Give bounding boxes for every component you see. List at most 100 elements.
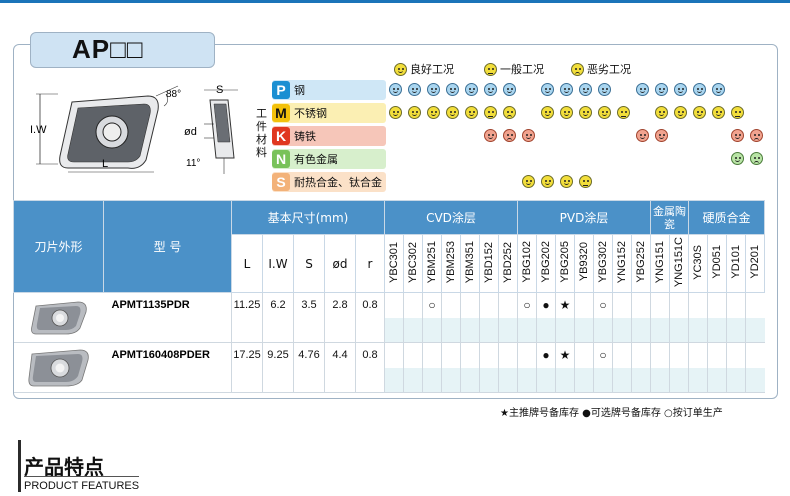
grade-label: YBG102 (521, 241, 533, 283)
grade-mark-cell (555, 317, 575, 344)
grade-label: YBM351 (464, 240, 476, 284)
grade-mark-cell (707, 342, 727, 368)
good-face-icon (465, 83, 478, 96)
grade-mark-cell: ○ (593, 292, 613, 318)
good-face-icon (446, 106, 459, 119)
features-accent-bar (18, 440, 21, 492)
grade-mark-cell (669, 342, 689, 368)
dim-l-header: L (231, 233, 263, 294)
good-face-icon (693, 106, 706, 119)
good-face-icon (636, 83, 649, 96)
dim-iw-header: I.W (262, 233, 294, 294)
good-face-icon (731, 152, 744, 165)
good-face-icon (389, 106, 402, 119)
grade-header: YNG151C (669, 233, 689, 294)
good-face-icon (484, 83, 497, 96)
dim-d-header: ød (324, 233, 356, 294)
cermet-header: 金属陶瓷 (650, 200, 689, 235)
grade-header: YBG202 (536, 233, 556, 294)
grade-mark-cell (745, 292, 765, 318)
grade-mark-cell (517, 317, 537, 344)
grade-mark-cell (403, 367, 423, 394)
good-face-icon (484, 129, 497, 142)
grade-header: YNG152 (612, 233, 632, 294)
good-face-icon (712, 106, 725, 119)
grade-mark-cell (593, 317, 613, 344)
grade-header: YBC301 (384, 233, 404, 294)
grade-mark-cell (612, 317, 632, 344)
availability-mark: ★ (559, 298, 571, 313)
good-face-icon (598, 106, 611, 119)
grade-mark-cell (574, 292, 594, 318)
good-face-icon (579, 106, 592, 119)
table-row: APMT160408PDER 17.25 9.25 4.76 4.4 0.8 ● ★ ○ (13, 342, 765, 394)
table-row: APMT1135PDR 11.25 6.2 3.5 2.8 0.8 ○ ○ ● ★ ○ (13, 292, 765, 344)
footnote: ★主推牌号备库存 ●可选牌号备库存 ○按订单生产 (500, 408, 723, 419)
good-face-icon (636, 129, 649, 142)
grade-label: YBC301 (388, 241, 400, 283)
dim-s-header: S (293, 233, 325, 294)
grade-mark-cell (479, 317, 499, 344)
grade-mark-cell (422, 317, 442, 344)
grade-header: YD201 (745, 233, 765, 294)
material-side-label: 工件材料 (256, 107, 267, 159)
grade-mark-cell (669, 317, 689, 344)
grade-mark-cell (707, 292, 727, 318)
grade-mark-cell (650, 367, 670, 394)
dim-value: 11.25 (231, 292, 263, 344)
grade-mark-cell (422, 367, 442, 394)
grade-mark-cell: ★ (555, 342, 575, 368)
good-face-icon (522, 129, 535, 142)
good-face-icon (446, 83, 459, 96)
good-face-icon (655, 83, 668, 96)
dim-r-header: r (355, 233, 385, 294)
good-face-icon (560, 83, 573, 96)
grade-mark-cell (498, 342, 518, 368)
grade-header: YBD252 (498, 233, 518, 294)
grade-mark-cell (631, 292, 651, 318)
cvd-header: CVD涂层 (384, 200, 518, 235)
grade-label: YBG302 (597, 241, 609, 283)
good-face-icon (465, 106, 478, 119)
dim-value: 4.4 (324, 342, 356, 394)
grade-mark-cell (403, 317, 423, 344)
grade-header: YBG252 (631, 233, 651, 294)
grade-mark-cell (631, 367, 651, 394)
grade-label: YBG205 (559, 241, 571, 283)
dim-value: 0.8 (355, 292, 385, 344)
grade-mark-cell (707, 317, 727, 344)
insert-photo-1 (31, 301, 87, 335)
grade-mark-cell (688, 317, 708, 344)
page-title: AP□□ (72, 34, 144, 64)
availability-mark: ○ (428, 298, 436, 313)
grade-label: YNG151C (673, 237, 685, 288)
good-face-icon (731, 129, 744, 142)
good-face-icon (394, 62, 407, 76)
grade-mark-cell (574, 317, 594, 344)
product-table: 刀片外形 型 号 基本尺寸(mm) CVD涂层 PVD涂层 金属陶瓷 硬质合金 … (13, 199, 765, 394)
grade-label: YD201 (749, 245, 761, 279)
dim-value: 0.8 (355, 342, 385, 394)
grade-header: YNG151 (650, 233, 670, 294)
grade-mark-cell (726, 292, 746, 318)
insert-drawing (36, 85, 238, 174)
grade-mark-cell (403, 342, 423, 368)
grade-mark-cell (612, 292, 632, 318)
material-row-k: K 铸铁 (272, 126, 386, 146)
good-face-icon (427, 106, 440, 119)
good-face-icon (541, 83, 554, 96)
grade-mark-cell: ○ (517, 292, 537, 318)
grade-mark-cell (384, 342, 404, 368)
grade-label: YBM253 (445, 240, 457, 284)
carbide-header: 硬质合金 (688, 200, 765, 235)
grade-mark-cell: ● (536, 292, 556, 318)
good-face-icon (655, 129, 668, 142)
legend-bad: 恶劣工况 (571, 61, 631, 77)
features-divider (24, 476, 139, 477)
grade-header: YC30S (688, 233, 708, 294)
grade-mark-cell (612, 342, 632, 368)
grade-mark-cell (650, 292, 670, 318)
grade-mark-cell (688, 367, 708, 394)
grade-mark-cell (745, 367, 765, 394)
grade-mark-cell: ○ (422, 292, 442, 318)
